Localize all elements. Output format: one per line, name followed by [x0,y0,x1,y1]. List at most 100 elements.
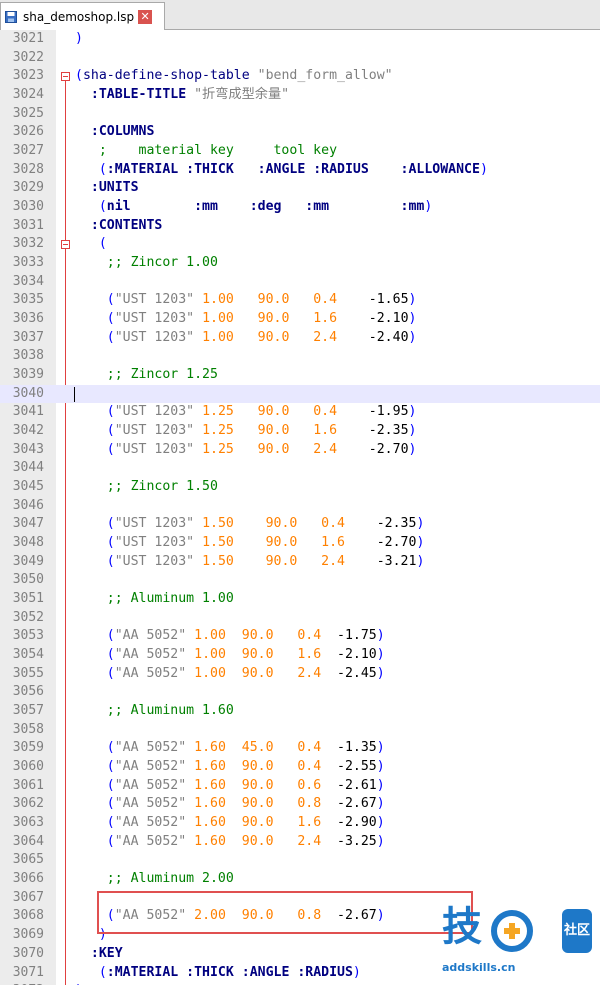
code-token: ( [98,199,107,215]
line-number: 3026 [12,124,44,140]
code-token: "AA 5052" [114,665,195,681]
code-token: ) [408,311,417,327]
code-text: ;; Zincor 1.25 [75,366,218,385]
code-line[interactable]: 3040 [0,384,600,404]
code-line[interactable]: 3056 [0,683,600,702]
code-line[interactable]: 3059 ("AA 5052" 1.60 45.0 0.4 -1.35) [0,739,600,758]
code-text: ("AA 5052" 1.60 90.0 2.4 -3.25) [75,833,385,852]
code-text: :CONTENTS [75,217,162,236]
code-token: ) [416,516,425,532]
code-line[interactable]: 3022 [0,49,600,68]
code-line[interactable]: 3064 ("AA 5052" 1.60 90.0 2.4 -3.25) [0,833,600,852]
code-token: ( [106,535,115,551]
code-line[interactable]: 3060 ("AA 5052" 1.60 90.0 0.4 -2.55) [0,758,600,777]
code-line[interactable]: 3044 [0,459,600,478]
code-line[interactable]: 3025 [0,105,600,124]
code-line[interactable]: 3065 [0,851,600,870]
code-line[interactable]: 3038 [0,347,600,366]
code-text: ("UST 1203" 1.00 90.0 2.4 -2.40) [75,329,417,348]
code-token: "UST 1203" [114,404,203,420]
code-line[interactable]: 3039 ;; Zincor 1.25 [0,366,600,385]
code-line[interactable]: 3043 ("UST 1203" 1.25 90.0 2.4 -2.70) [0,441,600,460]
code-line[interactable]: 3041 ("UST 1203" 1.25 90.0 0.4 -1.95) [0,403,600,422]
code-token: 1.50 90.0 1.6 [202,535,345,551]
code-token: "AA 5052" [114,777,195,793]
code-token: ;; Aluminum 1.60 [75,703,234,719]
code-line[interactable]: 3033 ;; Zincor 1.00 [0,254,600,273]
tab-sha-demoshop[interactable]: sha_demoshop.lsp ✕ [0,2,165,30]
code-token: ( [106,553,115,569]
code-token: ( [98,161,107,177]
code-token: :CONTENTS [75,217,163,233]
code-text: ("UST 1203" 1.25 90.0 2.4 -2.70) [75,441,417,460]
code-line[interactable]: 3055 ("AA 5052" 1.00 90.0 2.4 -2.45) [0,665,600,684]
code-text: (sha-define-shop-table "bend_form_allow" [75,67,393,86]
code-token: ) [376,833,385,849]
code-line[interactable]: 3042 ("UST 1203" 1.25 90.0 1.6 -2.35) [0,422,600,441]
code-line[interactable]: 3034 [0,273,600,292]
line-number: 3050 [12,572,44,588]
code-line[interactable]: 3024 :TABLE-TITLE "折弯成型余量" [0,86,600,105]
code-line[interactable]: 3037 ("UST 1203" 1.00 90.0 2.4 -2.40) [0,329,600,348]
code-line[interactable]: 3046 [0,497,600,516]
code-line[interactable]: 3027 ; material key tool key [0,142,600,161]
line-number: 3051 [12,591,44,607]
code-token: ) [376,777,385,793]
code-line[interactable]: 3045 ;; Zincor 1.50 [0,478,600,497]
line-number: 3041 [12,404,44,420]
line-number: 3045 [12,479,44,495]
code-editor[interactable]: 3021) 3022 3023 (sha-define-shop-table "ben… [0,30,600,985]
line-number: 3031 [12,217,44,233]
close-icon[interactable]: ✕ [138,9,153,24]
code-line[interactable]: 3062 ("AA 5052" 1.60 90.0 0.8 -2.67) [0,795,600,814]
code-token: 1.60 90.0 1.6 [194,815,322,831]
code-token: -2.55 [321,759,377,775]
code-token: ) [416,535,425,551]
code-text: (:MATERIAL :THICK :ANGLE :RADIUS) [75,964,361,983]
code-token: ( [106,665,115,681]
code-line[interactable]: 3058 [0,721,600,740]
code-line[interactable]: 3023 (sha-define-shop-table "bend_form_al… [0,67,600,86]
code-line[interactable]: 3049 ("UST 1203" 1.50 90.0 2.4 -3.21) [0,553,600,572]
code-line[interactable]: 3028 (:MATERIAL :THICK :ANGLE :RADIUS :A… [0,161,600,180]
code-line[interactable]: 3050 [0,571,600,590]
code-line[interactable]: 3021) [0,30,600,49]
code-token: ) [408,329,417,345]
code-line[interactable]: 3053 ("AA 5052" 1.00 90.0 0.4 -1.75) [0,627,600,646]
fold-toggle-icon[interactable] [61,240,70,250]
code-text: ("AA 5052" 1.60 90.0 0.6 -2.61) [75,777,385,796]
code-text: ("AA 5052" 1.60 90.0 0.4 -2.55) [75,758,385,777]
code-line[interactable]: 3035 ("UST 1203" 1.00 90.0 0.4 -1.65) [0,291,600,310]
code-text: ("UST 1203" 1.25 90.0 1.6 -2.35) [75,422,417,441]
code-token: "bend_form_allow" [257,68,393,84]
code-line[interactable]: 3066 ;; Aluminum 2.00 [0,870,600,889]
code-token: ;; Zincor 1.00 [75,255,218,271]
fold-toggle-icon[interactable] [61,72,70,82]
code-line[interactable]: 3026 :COLUMNS [0,123,600,142]
watermark-logo: 技 社区 addskills.cn [440,905,600,985]
code-line[interactable]: 3029 :UNITS [0,179,600,198]
code-line[interactable]: 3057 ;; Aluminum 1.60 [0,702,600,721]
code-token: ( [106,441,115,457]
code-token: ( [106,740,115,756]
code-text: (nil :mm :deg :mm :mm) [75,198,433,217]
code-line[interactable]: 3036 ("UST 1203" 1.00 90.0 1.6 -2.10) [0,310,600,329]
code-token: ) [376,815,385,831]
code-line[interactable]: 3061 ("AA 5052" 1.60 90.0 0.6 -2.61) [0,777,600,796]
code-line[interactable]: 3032 ( [0,235,600,254]
code-token: ( [106,796,115,812]
code-line[interactable]: 3063 ("AA 5052" 1.60 90.0 1.6 -2.90) [0,814,600,833]
code-line[interactable]: 3048 ("UST 1203" 1.50 90.0 1.6 -2.70) [0,534,600,553]
code-token: ;; Aluminum 2.00 [75,871,234,887]
code-line[interactable]: 3047 ("UST 1203" 1.50 90.0 0.4 -2.35) [0,515,600,534]
code-line[interactable]: 3051 ;; Aluminum 1.00 [0,590,600,609]
code-token: ( [98,236,107,252]
code-line[interactable]: 3030 (nil :mm :deg :mm :mm) [0,198,600,217]
code-line[interactable]: 3052 [0,609,600,628]
code-line[interactable]: 3054 ("AA 5052" 1.00 90.0 1.6 -2.10) [0,646,600,665]
code-line[interactable]: 3031 :CONTENTS [0,217,600,236]
